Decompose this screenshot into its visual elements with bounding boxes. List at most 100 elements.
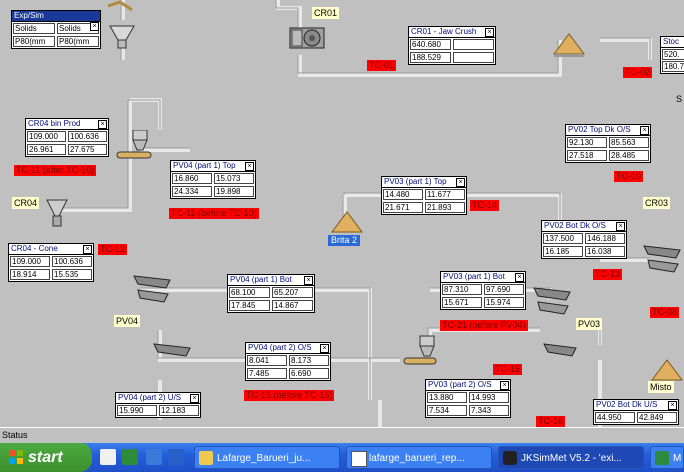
box-title: PV03 (part 1) Bot <box>441 272 525 283</box>
close-icon[interactable]: × <box>500 381 509 390</box>
close-icon[interactable]: × <box>485 28 494 37</box>
value-cell: 19.898 <box>214 186 254 197</box>
value-cell: 27.518 <box>567 150 607 161</box>
value-cell: 15.073 <box>214 173 254 184</box>
value-cell: 26.961 <box>27 144 66 155</box>
pv02-bot-dk-us-box[interactable]: PV02 Bot Dk U/S × 44.950 42.849 <box>593 399 679 425</box>
equipment-label-cr04[interactable]: CR04 <box>12 197 40 209</box>
cr04-bin-box[interactable]: CR04 bin Prod × 109.000 100.636 26.961 2… <box>25 118 109 157</box>
side-label: S <box>676 94 683 104</box>
stockpile-brita2-icon[interactable] <box>330 208 364 236</box>
pv02-bot-dk-box[interactable]: PV02 Bot Dk O/S × 137.500 146.188 16.185… <box>541 220 627 259</box>
stream-tag-tc15[interactable]: TC-15 <box>493 364 523 375</box>
pv04-part1-top-box[interactable]: PV04 (part 1) Top × 16.860 15.073 24.334… <box>170 160 256 199</box>
value-cell: 14.993 <box>469 392 509 403</box>
close-icon[interactable]: × <box>90 22 99 31</box>
stream-tag-tc02[interactable]: TC-02 <box>623 67 653 78</box>
close-icon[interactable]: × <box>304 276 313 285</box>
bin-feeder-icon[interactable] <box>115 130 155 168</box>
value-cell: 14.480 <box>383 189 423 200</box>
taskbar-item-document[interactable]: lafarge_barueri_rep... <box>346 446 492 469</box>
value-cell: 92.130 <box>567 137 607 148</box>
pv03-part1-top-box[interactable]: PV03 (part 1) Top × 14.480 11.677 21.671… <box>381 176 467 215</box>
taskbar-item-explorer[interactable]: Lafarge_Barueri_ju... <box>194 446 340 469</box>
close-icon[interactable]: × <box>245 162 254 171</box>
status-text: Status <box>2 430 28 440</box>
stream-tag-tc14[interactable]: TC-14 <box>470 200 500 211</box>
value-cell: 85.563 <box>609 137 649 148</box>
box-title: CR04 bin Prod <box>26 119 108 130</box>
screen-pv02-icon[interactable] <box>640 240 684 280</box>
cr04-cone-box[interactable]: CR04 - Cone × 109.000 100.636 18.914 15.… <box>8 243 94 282</box>
screen-pv04-part2-icon[interactable] <box>150 340 194 370</box>
quicklaunch-excel-icon[interactable] <box>122 449 138 465</box>
equipment-label-pv03[interactable]: PV03 <box>576 318 603 330</box>
close-icon[interactable]: × <box>83 245 92 254</box>
close-icon[interactable]: × <box>616 222 625 231</box>
stream-tag-tc08[interactable]: TC-08 <box>650 307 680 318</box>
folder-icon <box>199 451 213 465</box>
bin-feeder-2-icon[interactable] <box>400 334 440 374</box>
pv04-part2-os-box[interactable]: PV04 (part 2) O/S × 8.041 8.173 7.485 6.… <box>245 342 331 381</box>
screen-pv04-icon[interactable] <box>130 270 174 310</box>
taskbar-item-more[interactable]: M <box>650 446 684 469</box>
close-icon[interactable]: × <box>668 401 677 410</box>
close-icon[interactable]: × <box>456 178 465 187</box>
exp-sim-box[interactable]: Exp/Sim × Solids Solids P80(mm P80(mm <box>11 10 101 49</box>
quicklaunch-word-icon[interactable] <box>168 449 184 465</box>
box-title: CR04 - Cone <box>9 244 93 255</box>
equipment-label-cr01[interactable]: CR01 <box>312 7 340 19</box>
stream-tag-tc12[interactable]: TC-12 <box>98 244 128 255</box>
stockpile-icon[interactable] <box>552 30 586 60</box>
cr01-jaw-box[interactable]: CR01 - Jaw Crush × 640.680 188.529 <box>408 26 496 65</box>
value-cell: 8.041 <box>247 355 287 366</box>
stockpile-misto-icon[interactable] <box>650 358 684 382</box>
value-cell <box>453 52 494 63</box>
pv02-top-dk-box[interactable]: PV02 Top Dk O/S × 92.130 85.563 27.518 2… <box>565 124 651 163</box>
stream-tag-tc10[interactable]: TC-10 <box>614 171 644 182</box>
stream-tag-tc01[interactable]: TC-01 <box>367 60 397 71</box>
cone-crusher-icon[interactable] <box>45 196 69 230</box>
pv04-part1-bot-box[interactable]: PV04 (part 1) Bot × 68.100 65.207 17.845… <box>227 274 315 313</box>
stream-tag-tc11-before[interactable]: TC-11 (before TC-10) <box>169 208 259 219</box>
feed-hopper-icon[interactable] <box>100 0 150 60</box>
pv03-part2-os-box[interactable]: PV03 (part 2) O/S × 13.880 14.993 7.534 … <box>425 379 511 418</box>
taskbar-item-jksimmet[interactable]: JKSimMet V5.2 - 'exi... <box>498 446 644 469</box>
close-icon[interactable]: × <box>640 126 649 135</box>
stream-tag-tc21[interactable]: TC-21 (before PV04) <box>440 320 528 331</box>
value-cell: 15.990 <box>117 405 157 416</box>
stream-tag-tc15-before[interactable]: TC-15 (before TC-15) <box>244 390 335 401</box>
value-cell: 16.185 <box>543 246 583 257</box>
close-icon[interactable]: × <box>98 120 107 129</box>
flowsheet-canvas[interactable]: Exp/Sim × Solids Solids P80(mm P80(mm CR… <box>0 0 684 427</box>
screen-pv03-part2-icon[interactable] <box>540 340 580 364</box>
value-cell: 8.173 <box>289 355 329 366</box>
box-title: PV02 Top Dk O/S <box>566 125 650 136</box>
stream-tag-tc11-after[interactable]: TC-11 (after TC-10) <box>14 165 97 176</box>
app-icon <box>503 451 517 465</box>
value-cell: 12.183 <box>159 405 199 416</box>
value-cell: 65.207 <box>272 287 313 298</box>
jaw-crusher-icon[interactable] <box>288 22 330 54</box>
taskbar-item-label: Lafarge_Barueri_ju... <box>217 453 311 464</box>
box-title: CR01 - Jaw Crush <box>409 27 495 38</box>
equipment-label-brita2[interactable]: Brita 2 <box>328 235 361 246</box>
pv03-part1-bot-box[interactable]: PV03 (part 1) Bot × 87.310 97.690 15.671… <box>440 271 526 310</box>
close-icon[interactable]: × <box>320 344 329 353</box>
value-cell: 15.535 <box>52 269 92 280</box>
close-icon[interactable]: × <box>515 273 524 282</box>
quicklaunch-app-icon[interactable] <box>100 449 116 465</box>
equipment-label-cr03[interactable]: CR03 <box>643 197 671 209</box>
equipment-label-pv04[interactable]: PV04 <box>114 315 141 327</box>
close-icon[interactable]: × <box>190 394 199 403</box>
start-button[interactable]: start <box>0 443 92 472</box>
stream-tag-tc13[interactable]: TC-13 <box>593 269 623 280</box>
quicklaunch-browser-icon[interactable] <box>146 449 162 465</box>
equipment-label-misto[interactable]: Misto <box>648 381 674 393</box>
value-cell: 11.677 <box>425 189 465 200</box>
pv04-part2-us-box[interactable]: PV04 (part 2) U/S × 15.990 12.183 <box>115 392 201 418</box>
screen-pv03-icon[interactable] <box>530 282 574 322</box>
value-cell: 640.680 <box>410 39 451 50</box>
stock-box[interactable]: Stoc 520. 180.7 <box>660 36 684 74</box>
stream-tag-tc16[interactable]: TC-16 <box>536 416 566 427</box>
